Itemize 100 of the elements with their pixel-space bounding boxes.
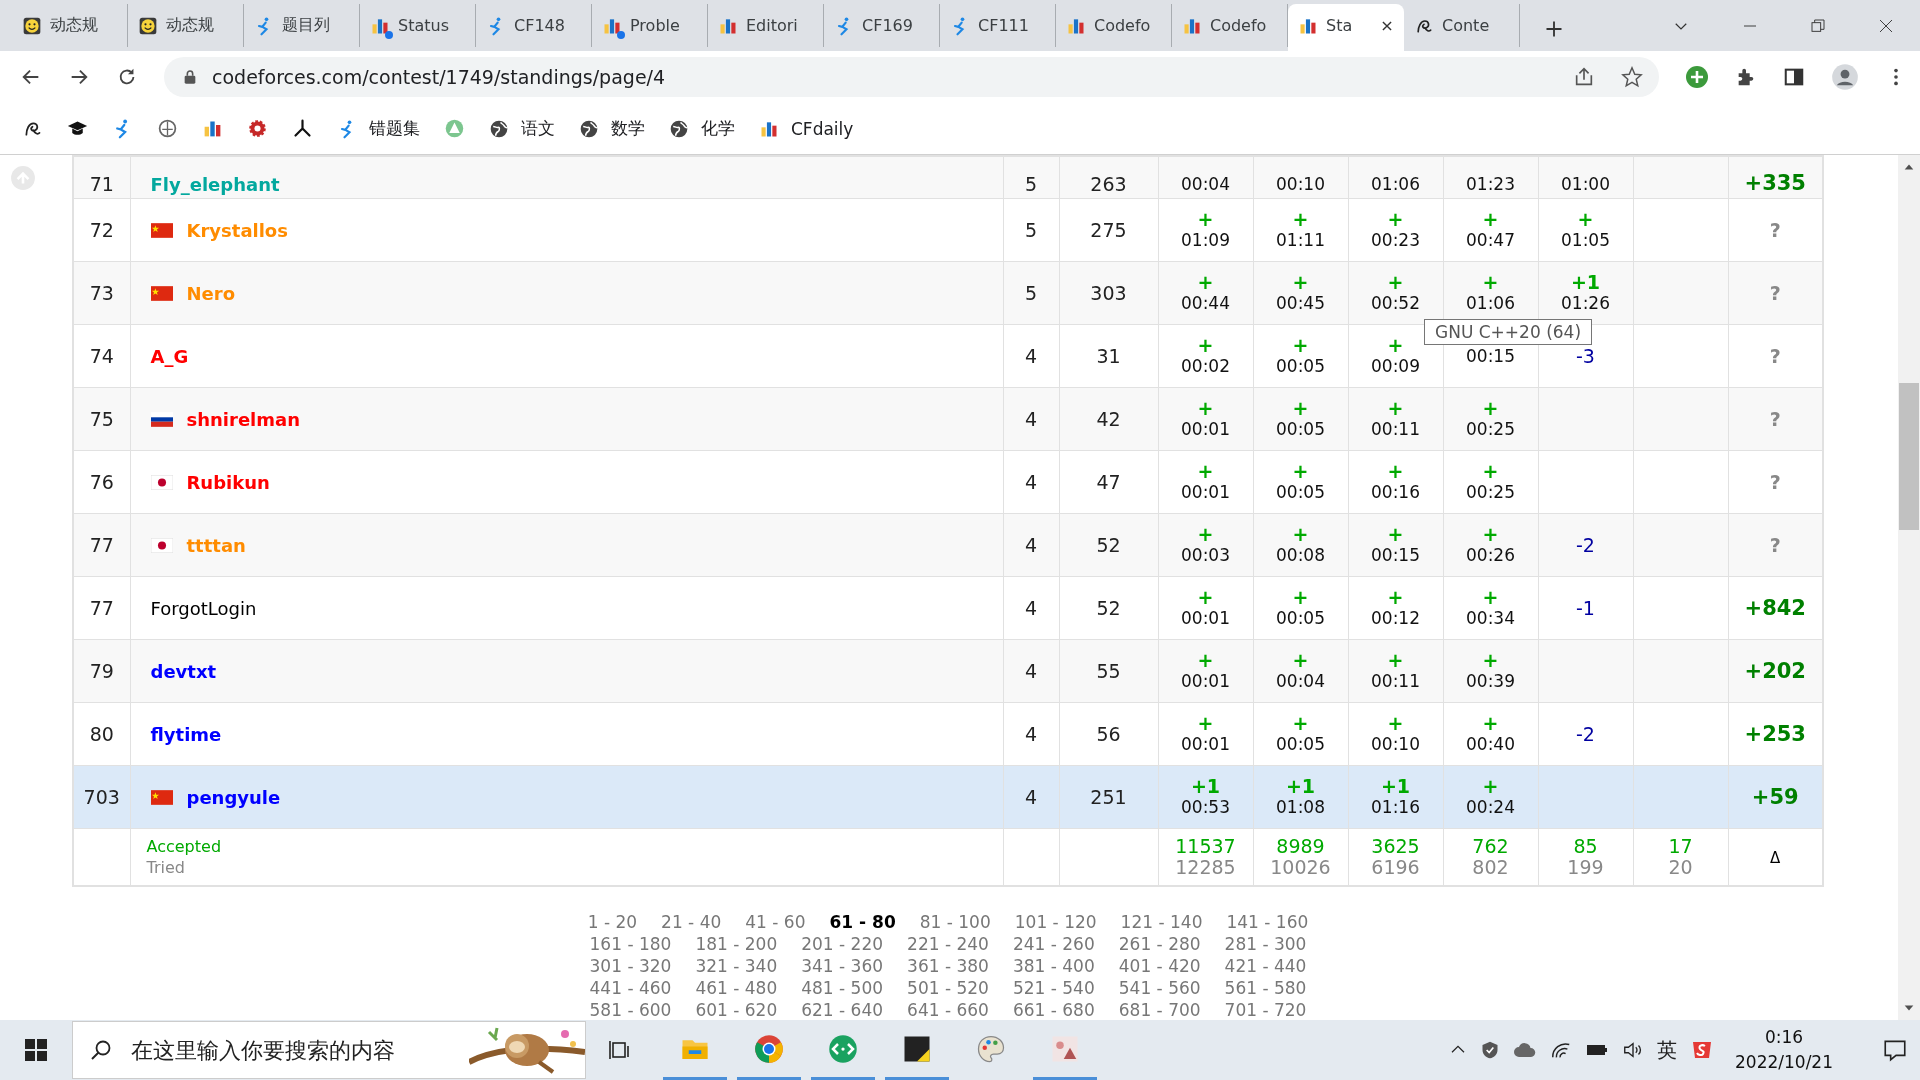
page-link[interactable]: 601 - 620 [695,999,778,1020]
browser-tab[interactable]: CF169 [824,4,940,47]
task-view-icon[interactable] [608,1038,632,1062]
page-link[interactable]: 241 - 260 [1012,933,1095,955]
tried-count: 12285 [1174,857,1237,878]
bookmark[interactable]: 化学 [669,117,735,140]
clock-date[interactable]: 2022/10/21 [1735,1050,1833,1075]
side-panel-icon[interactable] [1783,66,1805,88]
rank: 71 [89,173,114,195]
search-bar[interactable]: 在这里输入你要搜索的内容 [72,1021,586,1079]
bookmark[interactable]: 错题集 [337,117,420,140]
bookmark[interactable]: 数学 [579,117,645,140]
new-tab-button[interactable] [1544,19,1564,39]
handle-link[interactable]: pengyule [186,786,281,808]
page-link[interactable]: 1 - 20 [587,911,638,933]
browser-tab[interactable]: 动态规 [12,4,128,47]
rank: 75 [89,408,114,430]
browser-tab[interactable]: Sta [1288,4,1404,51]
page-link[interactable]: 481 - 500 [801,977,884,999]
verdict-mark: + [1481,272,1500,292]
close-icon[interactable] [1380,18,1394,33]
page-link[interactable]: 221 - 240 [907,933,989,955]
page-link[interactable]: 361 - 380 [907,955,989,977]
page-link[interactable]: 41 - 60 [745,911,806,933]
tripod-icon[interactable] [292,118,313,139]
page-link[interactable]: 421 - 440 [1224,955,1307,977]
page-link[interactable]: 201 - 220 [801,933,884,955]
clock-time[interactable]: 0:16 [1764,1025,1804,1050]
page-link[interactable]: 681 - 700 [1118,999,1201,1020]
gear-icon[interactable] [247,118,268,139]
browser-tab[interactable]: Status [360,4,476,47]
page-link[interactable]: 561 - 580 [1224,977,1307,999]
verdict-mark: + [1196,713,1215,733]
restore-icon[interactable] [1810,17,1826,34]
page-link[interactable]: 181 - 200 [695,933,778,955]
handle-link[interactable]: A_G [150,345,189,367]
emblem-icon[interactable] [157,118,178,139]
search-field[interactable]: 在这里输入你要搜索的内容 [129,1036,453,1064]
page-link[interactable]: 541 - 560 [1118,977,1201,999]
handle-link[interactable]: ForgotLogin [150,597,257,619]
page-link[interactable]: 461 - 480 [695,977,778,999]
handle-link[interactable]: Fly_elephant [150,174,280,195]
handle-link[interactable]: devtxt [150,660,217,682]
browser-tab[interactable]: Conte [1404,4,1520,47]
browser-tab[interactable]: CF148 [476,4,592,47]
verdict-mark: + [1196,587,1215,607]
rank: 80 [89,723,114,745]
page-link[interactable]: 121 - 140 [1120,911,1203,933]
browser-tab[interactable]: CF111 [940,4,1056,47]
page-link[interactable]: 81 - 100 [919,911,991,933]
handle-link[interactable]: flytime [150,723,222,745]
submit-time: 00:05 [1275,418,1326,440]
page-link[interactable]: 141 - 160 [1226,911,1309,933]
profile-icon[interactable] [1831,63,1859,91]
page-link[interactable]: 301 - 320 [589,955,672,977]
page-link[interactable]: 641 - 660 [907,999,989,1020]
page-link[interactable]: 701 - 720 [1224,999,1307,1020]
add-icon[interactable] [1685,65,1709,89]
page-link[interactable]: 321 - 340 [695,955,778,977]
speaker-icon[interactable] [1622,1039,1644,1061]
page-link[interactable]: 621 - 640 [801,999,884,1020]
browser-tab[interactable]: 题目列 [244,4,360,47]
rating-delta: ? [1769,534,1781,556]
page-link[interactable]: 521 - 540 [1012,977,1095,999]
page-link[interactable]: 281 - 300 [1224,933,1307,955]
page-link[interactable]: 101 - 120 [1014,911,1097,933]
shield-icon[interactable] [1480,1040,1500,1060]
page-link[interactable]: 501 - 520 [907,977,989,999]
start-icon[interactable] [24,1038,48,1062]
page-link[interactable]: 401 - 420 [1118,955,1201,977]
address-bar[interactable]: codeforces.com/contest/1749/standings/page/4 [164,57,1659,97]
page-link[interactable]: 381 - 400 [1012,955,1095,977]
browser-tab[interactable]: Editori [708,4,824,47]
rating-delta: ? [1769,345,1781,367]
page-link[interactable]: 61 - 80 [829,911,896,933]
bookmark[interactable]: CFdaily [759,118,854,139]
browser-tab[interactable]: Proble [592,4,708,47]
submit-time: 01:08 [1275,796,1326,818]
verdict-mark: + [1481,776,1500,796]
browser-tab[interactable]: 动态规 [128,4,244,47]
share-icon[interactable] [1573,66,1595,88]
page-link[interactable]: 441 - 460 [589,977,672,999]
page-link[interactable]: 581 - 600 [589,999,672,1020]
handle-link[interactable]: Krystallos [186,219,288,241]
page-link[interactable]: 21 - 40 [661,911,722,933]
handle-link[interactable]: Rubikun [186,471,270,493]
scrollbar-thumb[interactable] [1899,383,1919,530]
page-link[interactable]: 661 - 680 [1012,999,1095,1020]
close-icon[interactable] [1878,17,1894,34]
star-icon[interactable] [1621,66,1643,88]
browser-tab[interactable]: Codefo [1056,4,1172,47]
browser-icon [754,1033,784,1064]
page-link[interactable]: 161 - 180 [589,933,672,955]
submit-time: 00:53 [1180,796,1231,818]
page-link[interactable]: 341 - 360 [801,955,884,977]
page-link[interactable]: 261 - 280 [1118,933,1201,955]
bookmark[interactable]: 语文 [489,117,555,140]
handle-link[interactable]: shnirelman [186,408,300,430]
input-language[interactable]: 英 [1657,1036,1677,1064]
submit-time: 01:06 [1370,173,1421,195]
